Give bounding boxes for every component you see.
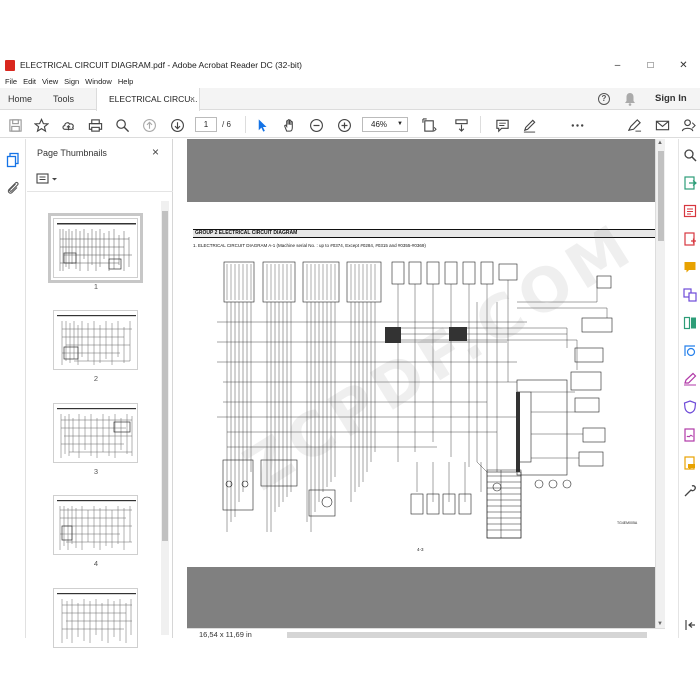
bookmark-star-icon[interactable]	[33, 117, 49, 133]
close-window-button[interactable]: ✕	[667, 56, 700, 74]
thumbnail-page-number: 2	[93, 374, 99, 383]
thumbnail-page-4[interactable]	[53, 495, 138, 555]
scroll-up-arrow-icon[interactable]: ▲	[657, 140, 663, 146]
left-navigation-rail	[0, 139, 26, 638]
scroll-down-arrow-icon[interactable]: ▼	[657, 621, 663, 627]
collapse-panel-icon[interactable]	[683, 618, 697, 632]
menu-file[interactable]: File	[5, 77, 17, 86]
right-tools-rail	[678, 139, 700, 638]
thumbnail-page-5[interactable]	[53, 588, 138, 648]
document-vertical-scrollbar[interactable]: ▲ ▼	[655, 139, 665, 628]
previous-page-icon[interactable]	[141, 117, 157, 133]
scan-enhance-icon[interactable]	[683, 344, 697, 358]
tab-close-icon[interactable]: ×	[190, 88, 195, 110]
menu-bar: File Edit View Sign Window Help	[0, 74, 700, 88]
thumbnail-preview	[57, 223, 136, 271]
scrollbar-thumb[interactable]	[162, 211, 168, 541]
thumbnail-page-number: 1	[93, 282, 99, 291]
fill-sign-icon[interactable]	[626, 117, 642, 133]
thumbnail-preview	[57, 408, 136, 458]
main-toolbar: 1 / 6 46% ▼	[0, 111, 700, 138]
thumbnail-preview	[57, 315, 136, 365]
help-icon[interactable]: ?	[598, 93, 610, 105]
close-panel-icon[interactable]: ×	[152, 145, 159, 159]
chevron-down-icon: ▼	[397, 121, 403, 127]
create-pdf-icon[interactable]	[683, 232, 697, 246]
thumbnail-page-3[interactable]	[53, 403, 138, 463]
window-title-bar: ELECTRICAL CIRCUIT DIAGRAM.pdf - Adobe A…	[0, 56, 700, 74]
page-thumbnails-panel: Page Thumbnails × 1 2 3 4	[27, 139, 173, 648]
email-icon[interactable]	[654, 117, 670, 133]
attachment-paperclip-icon[interactable]	[5, 180, 21, 196]
thumbnail-preview	[57, 593, 136, 643]
menu-sign[interactable]: Sign	[64, 77, 79, 86]
export-pdf-icon[interactable]	[683, 176, 697, 190]
more-tools-icon[interactable]	[569, 117, 585, 133]
toolbar-divider	[245, 116, 246, 133]
page-number-input[interactable]: 1	[195, 117, 217, 132]
scroll-mode-icon[interactable]	[453, 117, 469, 133]
find-icon[interactable]	[114, 117, 130, 133]
zoom-out-icon[interactable]	[308, 117, 324, 133]
combine-files-icon[interactable]	[683, 288, 697, 302]
menu-edit[interactable]: Edit	[23, 77, 36, 86]
panel-divider	[27, 191, 173, 192]
scrollbar-thumb[interactable]	[658, 151, 664, 241]
share-user-icon[interactable]	[680, 117, 696, 133]
menu-window[interactable]: Window	[85, 77, 112, 86]
status-bar: 16,54 x 11,69 in	[187, 628, 665, 640]
thumbnail-preview	[57, 500, 136, 550]
search-tool-icon[interactable]	[683, 148, 697, 162]
select-cursor-icon[interactable]	[254, 117, 270, 133]
acrobat-app-icon	[5, 59, 15, 71]
toolbar-divider	[480, 116, 481, 133]
maximize-button[interactable]: □	[634, 56, 667, 74]
minimize-button[interactable]: –	[601, 56, 634, 74]
tab-document-label: ELECTRICAL CIRCU...	[109, 94, 198, 104]
menu-help[interactable]: Help	[118, 77, 133, 86]
tab-tools[interactable]: Tools	[53, 88, 74, 110]
print-icon[interactable]	[87, 117, 103, 133]
thumbnail-page-2[interactable]	[53, 310, 138, 370]
tab-bar: Home Tools ELECTRICAL CIRCU... × ? Sign …	[0, 88, 700, 111]
draw-pen-icon[interactable]	[521, 117, 537, 133]
comment-icon[interactable]	[494, 117, 510, 133]
next-page-icon[interactable]	[169, 117, 185, 133]
horizontal-scrollbar[interactable]	[287, 632, 647, 638]
more-tools-wrench-icon[interactable]	[683, 484, 697, 498]
cloud-upload-icon[interactable]	[60, 117, 76, 133]
organize-pages-icon[interactable]	[683, 316, 697, 330]
protect-shield-icon[interactable]	[683, 400, 697, 414]
tab-home[interactable]: Home	[8, 88, 32, 110]
page-number-label: 4-3	[417, 547, 424, 552]
page-fit-icon[interactable]	[421, 117, 437, 133]
document-viewport[interactable]: GROUP 2 ELECTRICAL CIRCUIT DIAGRAM 1. EL…	[187, 139, 655, 628]
menu-view[interactable]: View	[42, 77, 58, 86]
zoom-in-icon[interactable]	[336, 117, 352, 133]
request-signature-icon[interactable]	[683, 428, 697, 442]
send-for-comments-icon[interactable]	[683, 456, 697, 470]
sign-in-button[interactable]: Sign In	[655, 88, 687, 110]
hand-tool-icon[interactable]	[281, 117, 297, 133]
zoom-level-select[interactable]: 46% ▼	[362, 117, 408, 132]
thumbnail-page-number: 4	[93, 559, 99, 568]
page-total: / 6	[222, 120, 231, 129]
window-title: ELECTRICAL CIRCUIT DIAGRAM.pdf - Adobe A…	[20, 60, 303, 70]
page-size-label: 16,54 x 11,69 in	[199, 630, 252, 639]
zoom-level-value: 46%	[371, 120, 388, 129]
comment-tool-icon[interactable]	[683, 260, 697, 274]
page-thumbnails-icon[interactable]	[5, 152, 21, 168]
figure-code: TG4EM005A	[617, 521, 638, 525]
save-icon[interactable]	[7, 117, 23, 133]
bell-icon[interactable]	[624, 92, 636, 106]
thumbnail-options-icon[interactable]	[36, 172, 60, 186]
tab-document[interactable]: ELECTRICAL CIRCU... ×	[96, 88, 200, 111]
edit-pdf-icon[interactable]	[683, 204, 697, 218]
fill-and-sign-icon[interactable]	[683, 372, 697, 386]
pdf-page: GROUP 2 ELECTRICAL CIRCUIT DIAGRAM 1. EL…	[187, 202, 655, 567]
thumbnails-scrollbar[interactable]	[161, 201, 169, 635]
thumbnail-page-number: 3	[93, 467, 99, 476]
thumbnail-page-1[interactable]	[48, 213, 143, 283]
panel-title: Page Thumbnails	[37, 148, 107, 158]
